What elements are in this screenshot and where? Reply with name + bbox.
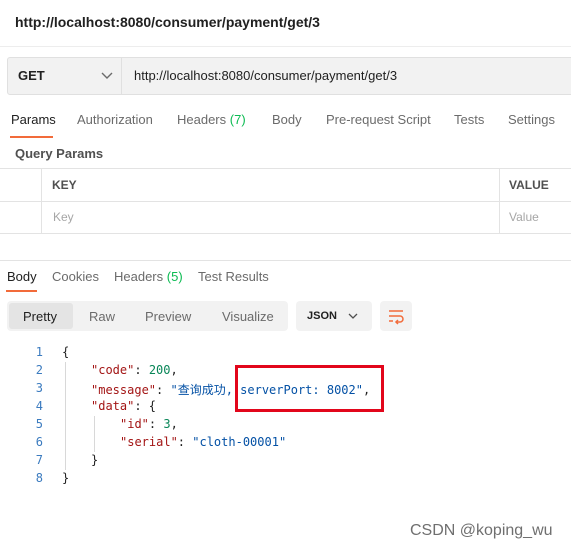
response-tab-headers-label: Headers xyxy=(114,269,164,284)
line-number: 2 xyxy=(35,363,43,377)
active-tab-indicator xyxy=(10,136,53,138)
params-table-header-divider xyxy=(0,201,571,202)
params-table-top xyxy=(0,168,571,169)
json-line-data: "data": { xyxy=(91,399,157,413)
params-table-col-divider xyxy=(41,168,42,234)
json-line-id: "id": 3, xyxy=(120,417,178,431)
response-tab-body[interactable]: Body xyxy=(7,269,37,284)
chevron-down-icon xyxy=(348,313,358,319)
tab-tests[interactable]: Tests xyxy=(454,112,484,127)
tab-headers-label: Headers xyxy=(177,112,227,127)
json-string: "cloth-00001" xyxy=(192,435,287,449)
indent-guide xyxy=(94,416,95,452)
url-input[interactable]: http://localhost:8080/consumer/payment/g… xyxy=(134,68,397,83)
json-key: "serial" xyxy=(120,435,178,449)
json-close-brace: } xyxy=(62,471,70,485)
line-number: 5 xyxy=(35,417,43,431)
json-key: "data" xyxy=(91,399,135,413)
line-number: 6 xyxy=(35,435,43,449)
json-key: "code" xyxy=(91,363,135,377)
wrap-lines-icon xyxy=(389,310,404,325)
json-inner-close-brace: } xyxy=(91,453,99,467)
format-label: JSON xyxy=(307,310,337,322)
view-mode-preview[interactable]: Preview xyxy=(145,309,191,324)
param-key-input[interactable]: Key xyxy=(53,210,74,224)
response-tab-cookies[interactable]: Cookies xyxy=(52,269,99,284)
json-key: "message" xyxy=(91,383,157,397)
line-number: 8 xyxy=(35,471,43,485)
response-pane-divider xyxy=(0,260,571,261)
response-tab-headers-count: (5) xyxy=(166,269,183,284)
view-mode-visualize[interactable]: Visualize xyxy=(222,309,274,324)
tab-headers-count: (7) xyxy=(229,112,246,127)
json-open-brace: { xyxy=(62,345,70,359)
params-col-key: KEY xyxy=(52,178,77,192)
params-col-value: VALUE xyxy=(509,178,549,192)
json-number: 200 xyxy=(148,363,171,377)
chevron-down-icon xyxy=(101,72,113,79)
request-title: http://localhost:8080/consumer/payment/g… xyxy=(15,14,320,30)
response-tab-test-results[interactable]: Test Results xyxy=(198,269,269,284)
json-line-serial: "serial": "cloth-00001" xyxy=(120,435,287,449)
line-number: 3 xyxy=(35,381,43,395)
indent-guide xyxy=(65,362,66,470)
method-label: GET xyxy=(18,68,45,83)
query-params-title: Query Params xyxy=(15,146,104,161)
active-response-tab-indicator xyxy=(6,290,37,292)
line-number: 4 xyxy=(35,399,43,413)
response-tab-headers[interactable]: Headers (5) xyxy=(114,269,183,284)
json-number: 3 xyxy=(163,417,171,431)
title-divider xyxy=(0,46,571,47)
watermark: CSDN @koping_wu xyxy=(410,522,553,539)
tab-authorization[interactable]: Authorization xyxy=(77,112,153,127)
tab-settings[interactable]: Settings xyxy=(508,112,555,127)
highlight-box xyxy=(235,365,384,412)
json-line-code: "code": 200, xyxy=(91,363,178,377)
json-key: "id" xyxy=(120,417,149,431)
view-mode-raw[interactable]: Raw xyxy=(89,309,115,324)
tab-body[interactable]: Body xyxy=(272,112,302,127)
params-table-col-divider xyxy=(499,168,500,234)
line-number: 7 xyxy=(35,453,43,467)
param-value-input[interactable]: Value xyxy=(509,210,539,224)
params-table-bottom xyxy=(0,233,571,234)
tab-prerequest-script[interactable]: Pre-request Script xyxy=(326,112,431,127)
line-number: 1 xyxy=(35,345,43,359)
tab-headers[interactable]: Headers (7) xyxy=(177,112,246,127)
tab-params[interactable]: Params xyxy=(11,112,56,127)
view-mode-pretty[interactable]: Pretty xyxy=(23,309,57,324)
